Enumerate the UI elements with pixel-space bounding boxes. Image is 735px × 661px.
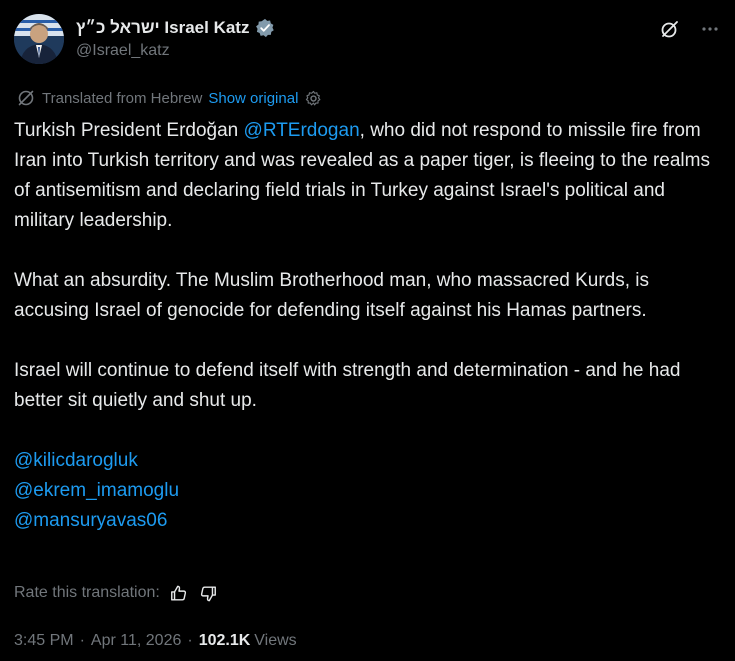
author-handle[interactable]: @Israel_katz: [76, 42, 170, 60]
more-icon[interactable]: [699, 18, 721, 40]
meta-separator: ·: [187, 632, 193, 649]
grok-icon[interactable]: [659, 18, 681, 40]
thumbs-up-icon[interactable]: [168, 582, 190, 604]
mentions-list: @kilicdarogluk @ekrem_imamoglu @mansurya…: [14, 446, 720, 536]
tweet-body: Turkish President Erdoğan @RTErdogan, wh…: [14, 116, 720, 536]
rate-translation-row: Rate this translation:: [14, 581, 220, 605]
mention-link-kilicdarogluk[interactable]: @kilicdarogluk: [14, 450, 138, 471]
gear-icon[interactable]: [304, 89, 322, 107]
tweet-paragraph-2: What an absurdity. The Muslim Brotherhoo…: [14, 270, 650, 321]
tweet-header: ישראל כ״ץ Israel Katz @Israel_katz: [14, 14, 721, 66]
tweet-paragraph-3: Israel will continue to defend itself wi…: [14, 360, 681, 411]
views-count[interactable]: 102.1K: [199, 632, 251, 650]
avatar[interactable]: [14, 14, 64, 64]
views-label: Views: [254, 632, 297, 649]
tweet-time[interactable]: 3:45 PM: [14, 632, 74, 650]
tweet-meta: 3:45 PM · Apr 11, 2026 · 102.1K Views: [14, 629, 297, 653]
avatar-image: [14, 14, 64, 64]
translation-bar: Translated from Hebrew Show original: [16, 88, 322, 108]
tweet-text-segment: Turkish President Erdoğan: [14, 120, 244, 141]
tweet-date[interactable]: Apr 11, 2026: [91, 632, 181, 650]
translated-from-label: Translated from Hebrew: [42, 89, 203, 107]
meta-separator: ·: [79, 632, 85, 649]
author-name-row[interactable]: ישראל כ״ץ Israel Katz: [76, 16, 275, 40]
mention-link-mansuryavas06[interactable]: @mansuryavas06: [14, 510, 167, 531]
author-display-name[interactable]: ישראל כ״ץ Israel Katz: [76, 18, 249, 38]
mention-link-rterdogan[interactable]: @RTErdogan: [244, 120, 360, 141]
tweet-paragraph-1: Turkish President Erdoğan @RTErdogan, wh…: [14, 116, 720, 236]
verified-badge-icon: [255, 18, 275, 38]
mention-link-ekrem-imamoglu[interactable]: @ekrem_imamoglu: [14, 480, 179, 501]
thumbs-down-icon[interactable]: [198, 582, 220, 604]
header-actions: [659, 18, 721, 40]
show-original-link[interactable]: Show original: [208, 90, 298, 107]
rate-translation-label: Rate this translation:: [14, 584, 160, 601]
translate-icon: [16, 88, 36, 108]
